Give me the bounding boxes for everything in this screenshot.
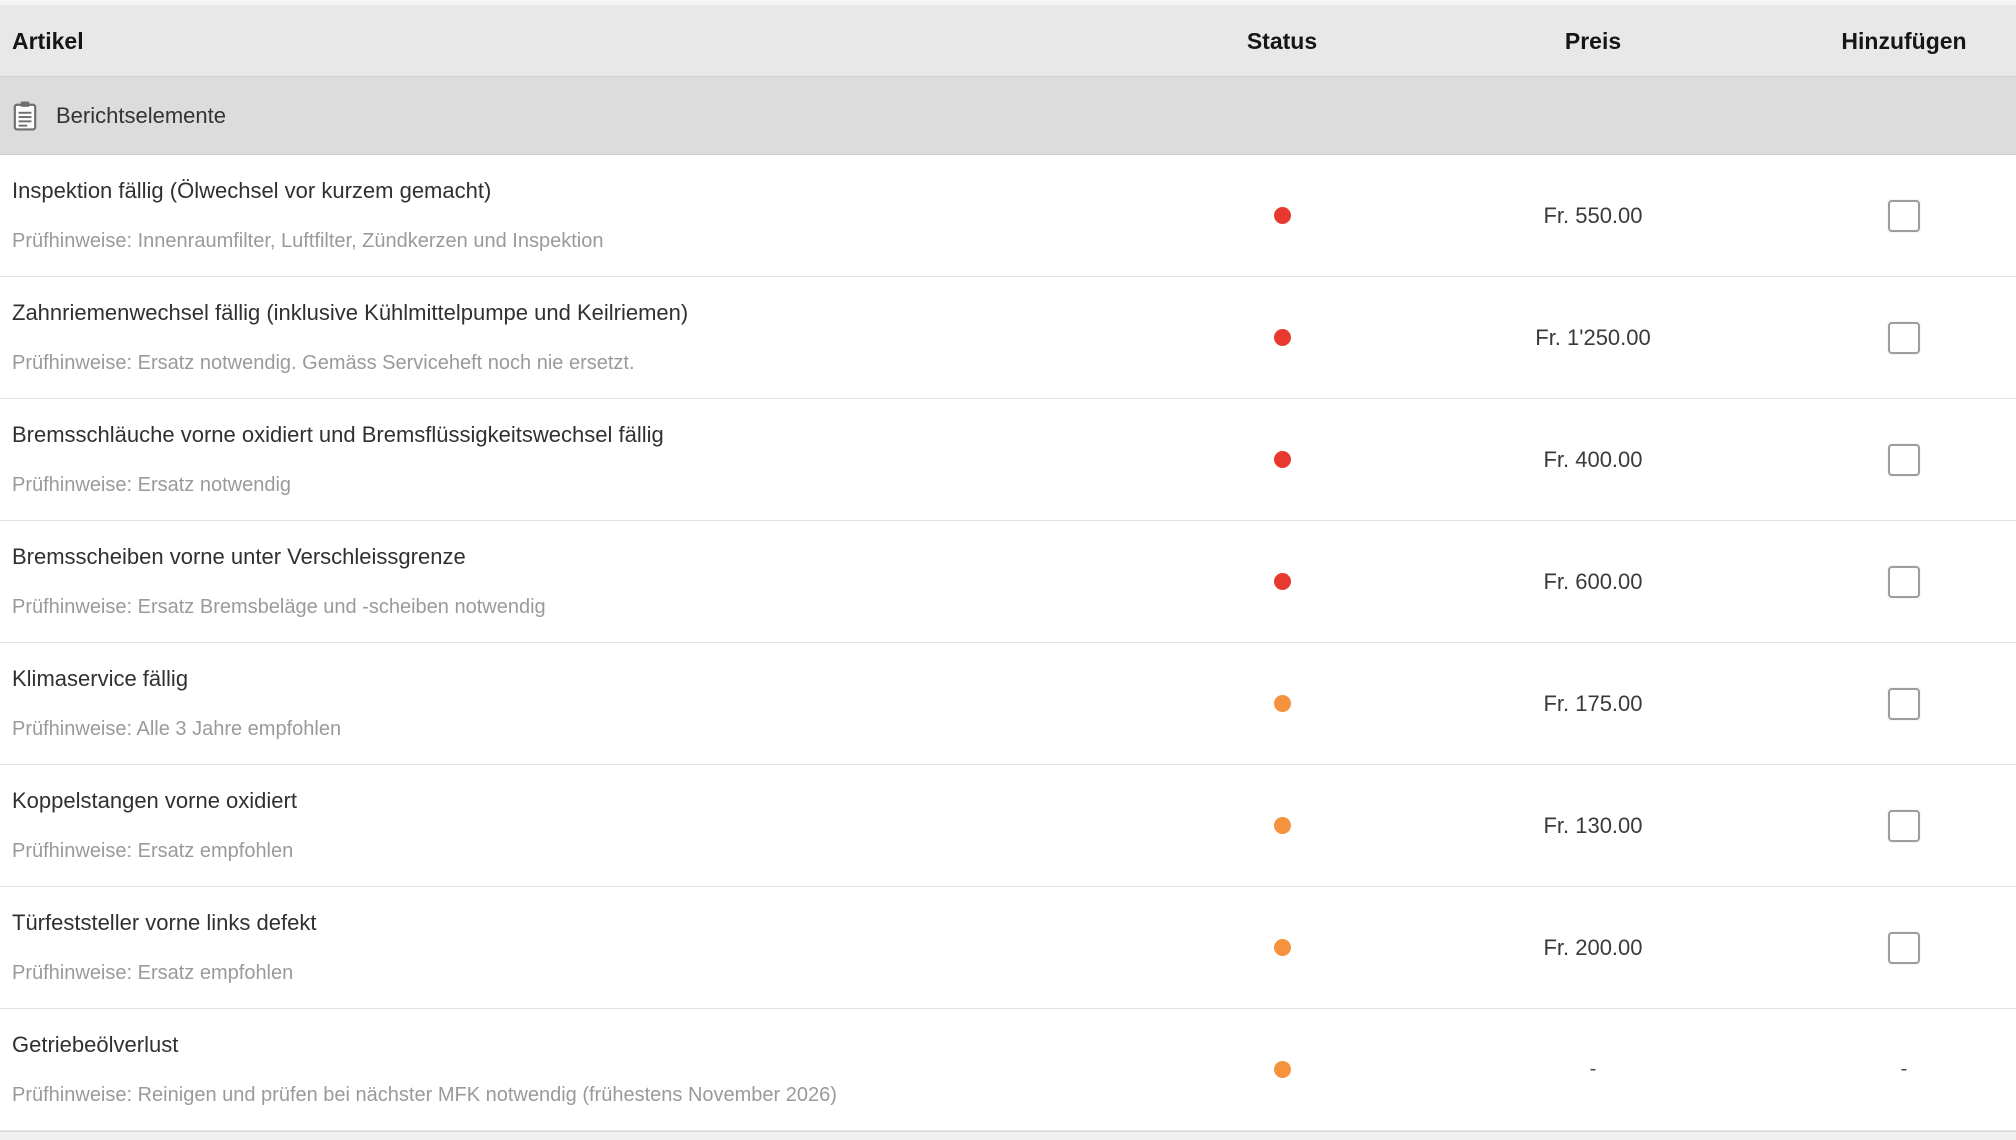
status-cell [1170, 329, 1394, 346]
article-cell: Klimaservice fällig Prüfhinweise: Alle 3… [0, 667, 1170, 740]
price-value: Fr. 600.00 [1543, 569, 1642, 595]
article-title: Inspektion fällig (Ölwechsel vor kurzem … [12, 179, 1170, 203]
price-cell: - [1394, 1058, 1792, 1081]
article-title: Zahnriemenwechsel fällig (inklusive Kühl… [12, 301, 1170, 325]
article-title: Bremsscheiben vorne unter Verschleissgre… [12, 545, 1170, 569]
article-title: Koppelstangen vorne oxidiert [12, 789, 1170, 813]
status-cell [1170, 939, 1394, 956]
status-dot-orange [1274, 817, 1291, 834]
add-checkbox[interactable] [1888, 810, 1920, 842]
price-value: Fr. 1'250.00 [1535, 325, 1651, 351]
add-checkbox[interactable] [1888, 322, 1920, 354]
price-dash: - [1590, 1058, 1597, 1081]
article-cell: Zahnriemenwechsel fällig (inklusive Kühl… [0, 301, 1170, 374]
price-value: Fr. 175.00 [1543, 691, 1642, 717]
article-hint: Prüfhinweise: Ersatz empfohlen [12, 840, 1170, 862]
table-header-row: Artikel Status Preis Hinzufügen [0, 6, 2016, 77]
add-cell [1792, 932, 2016, 964]
add-cell [1792, 322, 2016, 354]
add-cell [1792, 444, 2016, 476]
article-hint: Prüfhinweise: Ersatz notwendig [12, 474, 1170, 496]
article-title: Getriebeölverlust [12, 1033, 1170, 1057]
price-cell: Fr. 1'250.00 [1394, 325, 1792, 351]
price-cell: Fr. 130.00 [1394, 813, 1792, 839]
article-hint: Prüfhinweise: Ersatz empfohlen [12, 962, 1170, 984]
article-cell: Türfeststeller vorne links defekt Prüfhi… [0, 911, 1170, 984]
article-hint: Prüfhinweise: Alle 3 Jahre empfohlen [12, 718, 1170, 740]
status-dot-red [1274, 207, 1291, 224]
status-cell [1170, 695, 1394, 712]
article-cell: Bremsschläuche vorne oxidiert und Bremsf… [0, 423, 1170, 496]
status-dot-orange [1274, 939, 1291, 956]
status-cell [1170, 451, 1394, 468]
column-header-preis: Preis [1394, 28, 1792, 55]
article-hint: Prüfhinweise: Ersatz notwendig. Gemäss S… [12, 352, 1170, 374]
table-row: Türfeststeller vorne links defekt Prüfhi… [0, 887, 2016, 1009]
status-cell [1170, 573, 1394, 590]
price-value: Fr. 200.00 [1543, 935, 1642, 961]
add-dash: - [1901, 1058, 1908, 1081]
article-hint: Prüfhinweise: Innenraumfilter, Luftfilte… [12, 230, 1170, 252]
status-dot-red [1274, 329, 1291, 346]
status-cell [1170, 207, 1394, 224]
section-label: Berichtselemente [56, 103, 226, 129]
clipboard-icon [12, 101, 38, 131]
section-row-berichtselemente: Berichtselemente [0, 77, 2016, 155]
article-title: Türfeststeller vorne links defekt [12, 911, 1170, 935]
table-row: Klimaservice fällig Prüfhinweise: Alle 3… [0, 643, 2016, 765]
add-checkbox[interactable] [1888, 932, 1920, 964]
table-row: Getriebeölverlust Prüfhinweise: Reinigen… [0, 1009, 2016, 1131]
add-cell [1792, 200, 2016, 232]
table-body: Inspektion fällig (Ölwechsel vor kurzem … [0, 155, 2016, 1131]
price-value: Fr. 130.00 [1543, 813, 1642, 839]
price-cell: Fr. 400.00 [1394, 447, 1792, 473]
price-cell: Fr. 550.00 [1394, 203, 1792, 229]
price-cell: Fr. 175.00 [1394, 691, 1792, 717]
article-cell: Koppelstangen vorne oxidiert Prüfhinweis… [0, 789, 1170, 862]
status-cell [1170, 817, 1394, 834]
status-dot-red [1274, 451, 1291, 468]
add-checkbox[interactable] [1888, 444, 1920, 476]
price-cell: Fr. 600.00 [1394, 569, 1792, 595]
add-checkbox[interactable] [1888, 566, 1920, 598]
status-dot-red [1274, 573, 1291, 590]
column-header-status: Status [1170, 28, 1394, 55]
table-row: Koppelstangen vorne oxidiert Prüfhinweis… [0, 765, 2016, 887]
status-dot-orange [1274, 1061, 1291, 1078]
add-checkbox[interactable] [1888, 200, 1920, 232]
article-title: Klimaservice fällig [12, 667, 1170, 691]
table-row: Bremsschläuche vorne oxidiert und Bremsf… [0, 399, 2016, 521]
article-title: Bremsschläuche vorne oxidiert und Bremsf… [12, 423, 1170, 447]
article-hint: Prüfhinweise: Ersatz Bremsbeläge und -sc… [12, 596, 1170, 618]
add-cell [1792, 810, 2016, 842]
article-cell: Getriebeölverlust Prüfhinweise: Reinigen… [0, 1033, 1170, 1106]
article-cell: Inspektion fällig (Ölwechsel vor kurzem … [0, 179, 1170, 252]
table-row: Zahnriemenwechsel fällig (inklusive Kühl… [0, 277, 2016, 399]
article-cell: Bremsscheiben vorne unter Verschleissgre… [0, 545, 1170, 618]
bottom-edge-strip [0, 1131, 2016, 1140]
price-value: Fr. 400.00 [1543, 447, 1642, 473]
table-row: Inspektion fällig (Ölwechsel vor kurzem … [0, 155, 2016, 277]
add-checkbox[interactable] [1888, 688, 1920, 720]
article-hint: Prüfhinweise: Reinigen und prüfen bei nä… [12, 1084, 1170, 1106]
add-cell [1792, 566, 2016, 598]
price-cell: Fr. 200.00 [1394, 935, 1792, 961]
add-cell: - [1792, 1058, 2016, 1081]
status-dot-orange [1274, 695, 1291, 712]
status-cell [1170, 1061, 1394, 1078]
table-row: Bremsscheiben vorne unter Verschleissgre… [0, 521, 2016, 643]
add-cell [1792, 688, 2016, 720]
column-header-artikel: Artikel [0, 28, 1170, 55]
column-header-hinzufuegen: Hinzufügen [1792, 28, 2016, 55]
price-value: Fr. 550.00 [1543, 203, 1642, 229]
